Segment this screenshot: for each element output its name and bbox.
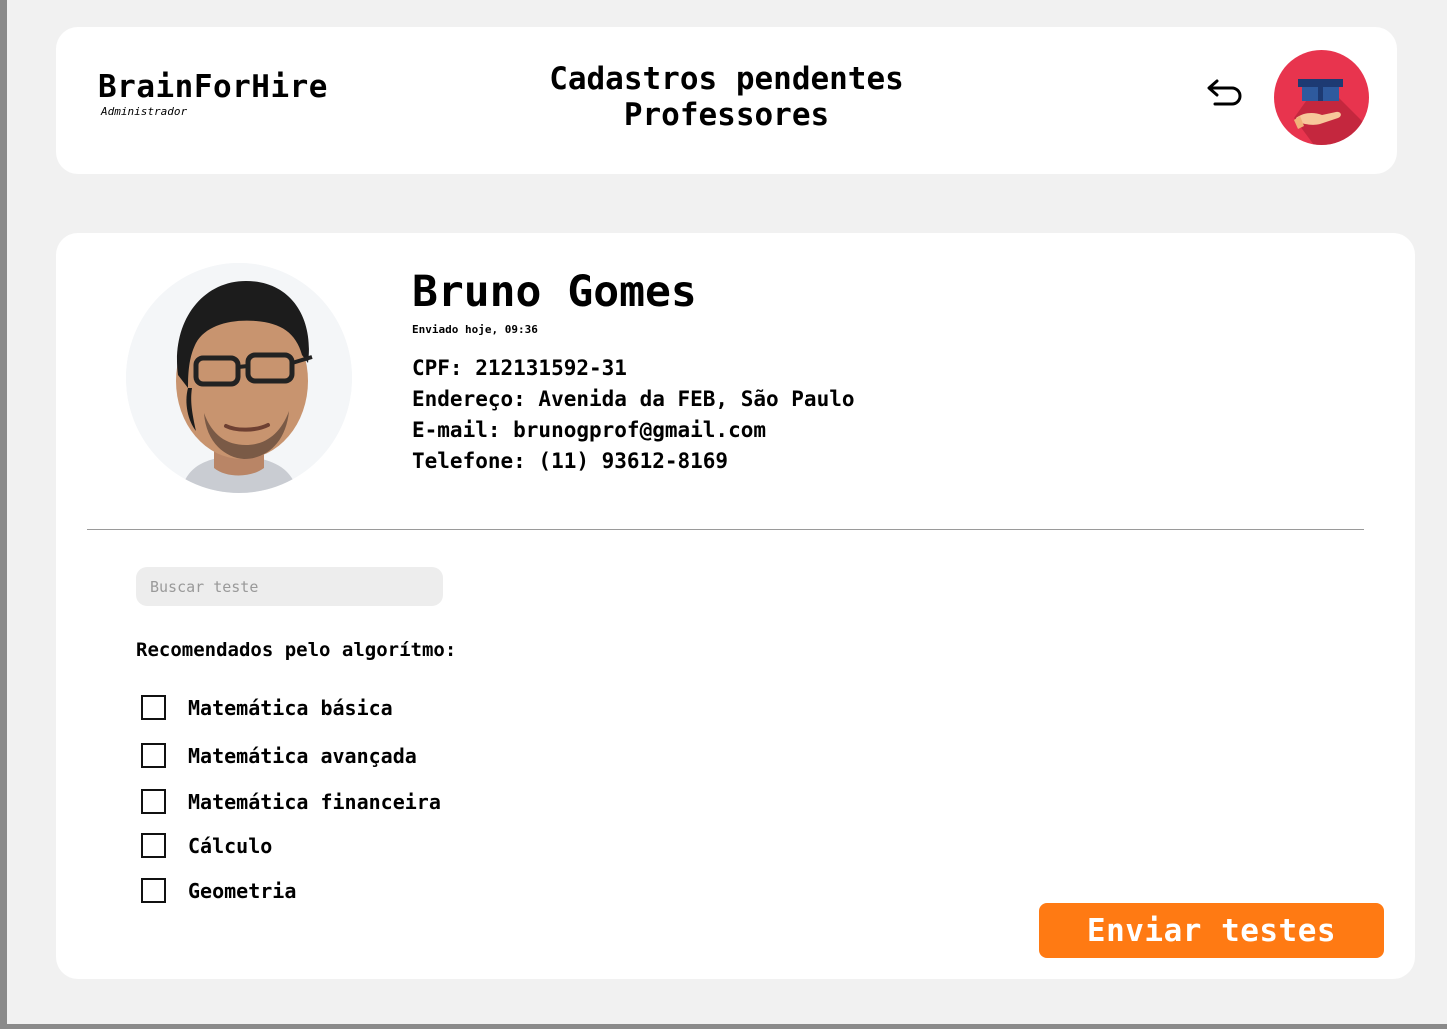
test-label: Matemática básica bbox=[188, 695, 393, 720]
back-button[interactable] bbox=[1204, 74, 1246, 110]
test-checkbox[interactable] bbox=[141, 833, 166, 858]
list-item: Geometria bbox=[141, 878, 296, 903]
test-checkbox[interactable] bbox=[141, 743, 166, 768]
test-label: Matemática avançada bbox=[188, 743, 417, 768]
search-test-input[interactable] bbox=[136, 567, 443, 606]
person-photo-icon bbox=[126, 263, 352, 493]
teacher-details: CPF: 212131592-31 Endereço: Avenida da F… bbox=[412, 353, 855, 477]
test-checkbox[interactable] bbox=[141, 789, 166, 814]
test-label: Matemática financeira bbox=[188, 789, 441, 814]
test-checkbox[interactable] bbox=[141, 695, 166, 720]
send-tests-button[interactable]: Enviar testes bbox=[1039, 903, 1384, 958]
teacher-card: Bruno Gomes Enviado hoje, 09:36 CPF: 212… bbox=[56, 233, 1415, 979]
graduation-cap-hand-icon bbox=[1294, 79, 1369, 145]
section-divider bbox=[87, 529, 1364, 530]
window-edge-left bbox=[0, 0, 7, 1029]
teacher-info: Bruno Gomes Enviado hoje, 09:36 CPF: 212… bbox=[412, 267, 855, 477]
teacher-name: Bruno Gomes bbox=[412, 267, 697, 317]
phone-field: Telefone: (11) 93612-8169 bbox=[412, 449, 729, 473]
sent-timestamp: Enviado hoje, 09:36 bbox=[412, 323, 538, 336]
page-title: Cadastros pendentes Professores bbox=[56, 61, 1397, 133]
email-field: E-mail: brunogprof@gmail.com bbox=[412, 418, 767, 442]
list-item: Matemática financeira bbox=[141, 789, 441, 814]
app-frame: BrainForHire Administrador Cadastros pen… bbox=[0, 0, 1447, 1029]
list-item: Matemática básica bbox=[141, 695, 393, 720]
undo-arrow-icon bbox=[1207, 79, 1242, 106]
list-item: Cálculo bbox=[141, 833, 272, 858]
test-label: Cálculo bbox=[188, 833, 273, 858]
teacher-avatar bbox=[126, 263, 352, 493]
address-field: Endereço: Avenida da FEB, São Paulo bbox=[412, 387, 855, 411]
test-label: Geometria bbox=[188, 878, 297, 903]
recommended-title: Recomendados pelo algorítmo: bbox=[136, 639, 457, 661]
page-title-line2: Professores bbox=[623, 97, 830, 133]
app-logo bbox=[1274, 50, 1369, 145]
page-title-line1: Cadastros pendentes bbox=[549, 61, 904, 97]
test-checkbox[interactable] bbox=[141, 878, 166, 903]
list-item: Matemática avançada bbox=[141, 743, 417, 768]
cpf-field: CPF: 212131592-31 bbox=[412, 356, 627, 380]
header-bar: BrainForHire Administrador Cadastros pen… bbox=[56, 27, 1397, 174]
window-edge-bottom bbox=[0, 1024, 1447, 1029]
